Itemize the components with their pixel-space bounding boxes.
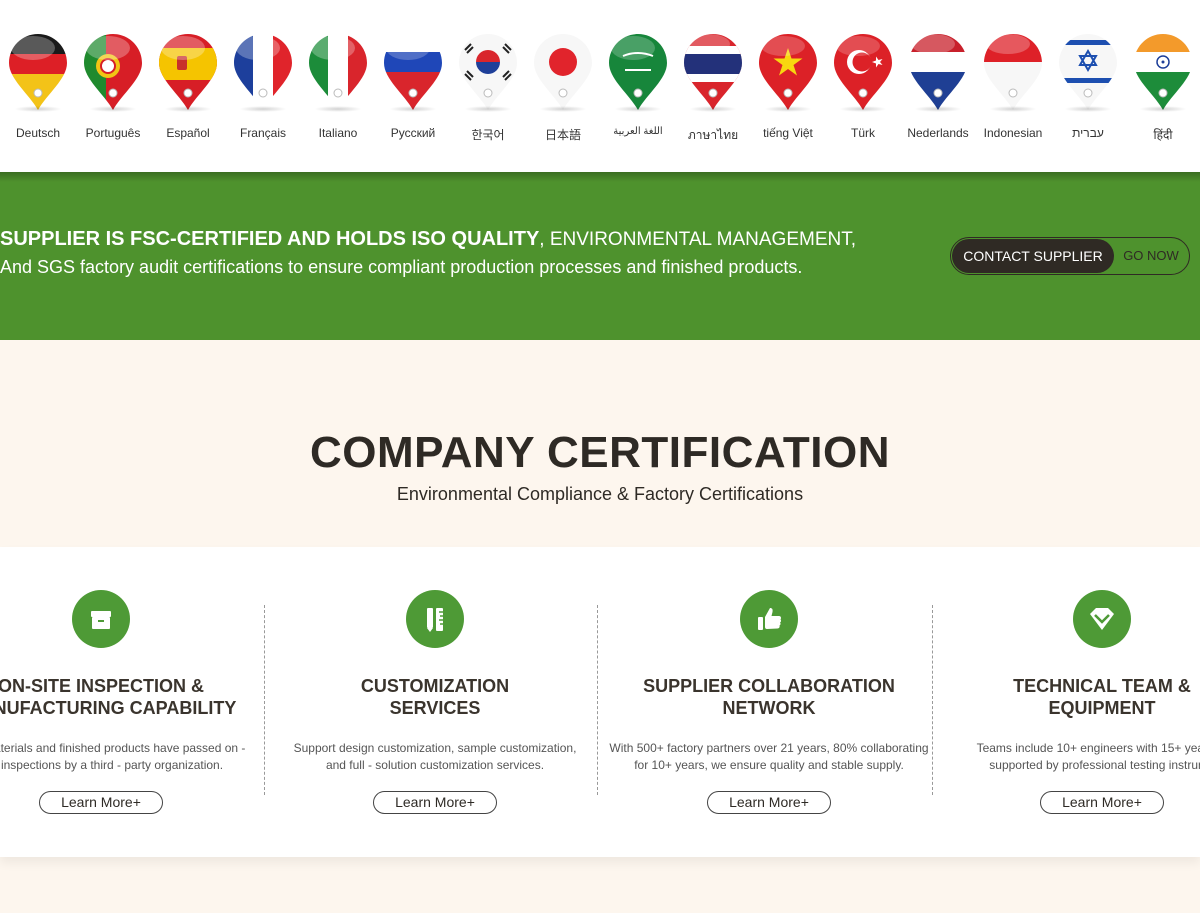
russia-flag-icon	[384, 34, 442, 110]
language-label: हिंदी	[1153, 128, 1173, 142]
italy-flag-icon	[309, 34, 367, 110]
section-title: COMPANY CERTIFICATION	[309, 428, 891, 477]
learn-more-button[interactable]: Learn More+	[373, 791, 497, 814]
language-selector: Deutsch Português Español Français Itali…	[0, 0, 1200, 172]
learn-more-button[interactable]: Learn More+	[707, 791, 831, 814]
portugal-flag-icon	[84, 34, 142, 110]
learn-more-button[interactable]: Learn More+	[1040, 791, 1164, 814]
netherlands-flag-icon	[909, 34, 967, 110]
card-description-line: supported by professional testing instru…	[989, 758, 1200, 772]
feature-cards: ON-SITE INSPECTION & MANUFACTURING CAPAB…	[0, 547, 1200, 857]
feature-card-technical: TECHNICAL TEAM & EQUIPMENT Teams include…	[935, 547, 1200, 857]
box-icon	[72, 590, 130, 648]
banner-headline: SUPPLIER IS FSC-CERTIFIED AND HOLDS ISO …	[0, 228, 856, 251]
india-flag-icon	[1134, 34, 1192, 110]
card-title-line: EQUIPMENT	[1048, 698, 1156, 718]
banner-headline-bold: SUPPLIER IS FSC-CERTIFIED AND HOLDS ISO …	[0, 228, 540, 250]
certification-banner: SUPPLIER IS FSC-CERTIFIED AND HOLDS ISO …	[0, 172, 1200, 340]
korea-flag-icon	[459, 34, 517, 110]
banner-description: And SGS factory audit certifications to …	[0, 257, 803, 277]
card-title-line: TECHNICAL TEAM &	[1013, 676, 1191, 696]
saudi-arabia-flag-icon	[609, 34, 667, 110]
israel-flag-icon	[1059, 34, 1117, 110]
go-now-label[interactable]: GO NOW	[1121, 238, 1181, 274]
card-description: Teams include 10+ engineers with 15+ yea…	[875, 740, 1200, 774]
japan-flag-icon	[534, 34, 592, 110]
card-title: TECHNICAL TEAM & EQUIPMENT	[875, 675, 1200, 719]
card-description-line: Teams include 10+ engineers with 15+ yea…	[976, 741, 1200, 755]
diamond-icon	[1073, 590, 1131, 648]
thumbs-up-icon	[740, 590, 798, 648]
contact-supplier-label[interactable]: CONTACT SUPPLIER	[952, 239, 1114, 273]
indonesia-flag-icon	[984, 34, 1042, 110]
section-subtitle: Environmental Compliance & Factory Certi…	[396, 484, 804, 504]
thailand-flag-icon	[684, 34, 742, 110]
vietnam-flag-icon	[759, 34, 817, 110]
ruler-pencil-icon	[406, 590, 464, 648]
spain-flag-icon	[159, 34, 217, 110]
turkey-flag-icon	[834, 34, 892, 110]
contact-supplier-button[interactable]: CONTACT SUPPLIER GO NOW	[950, 237, 1190, 275]
learn-more-button[interactable]: Learn More+	[39, 791, 163, 814]
language-option-hindi[interactable]: हिंदी	[1125, 30, 1200, 150]
germany-flag-icon	[9, 34, 67, 110]
banner-text: SUPPLIER IS FSC-CERTIFIED AND HOLDS ISO …	[0, 228, 856, 278]
banner-headline-rest: , ENVIRONMENTAL MANAGEMENT,	[539, 229, 856, 250]
france-flag-icon	[234, 34, 292, 110]
